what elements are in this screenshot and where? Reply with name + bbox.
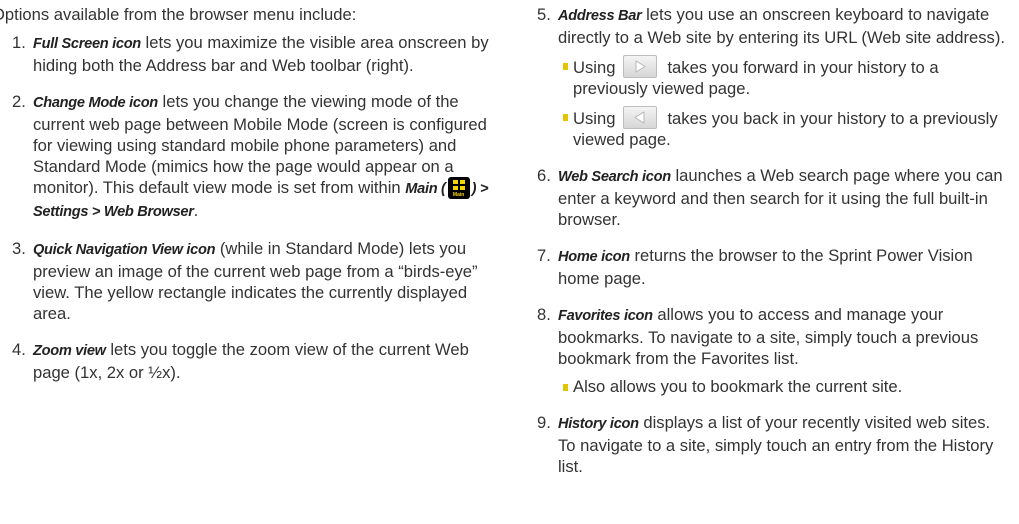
list-item: 2. Change Mode icon lets you change the v…: [0, 91, 492, 223]
bullet-marker: [563, 114, 568, 121]
list-item: 7. Home icon returns the browser to the S…: [525, 245, 1010, 289]
main-icon-label: Main: [452, 192, 465, 198]
sub-bullet-text: Also allows you to bookmark the current …: [573, 377, 903, 396]
bullet-marker: [563, 384, 568, 391]
list-item: 9. History icon displays a list of your r…: [525, 412, 1010, 477]
sub-bullet: Also allows you to bookmark the current …: [525, 376, 1010, 397]
item-number: 7.: [537, 246, 551, 265]
item-term: Change Mode icon: [33, 95, 158, 111]
list-item: 3. Quick Navigation View icon (while in S…: [0, 238, 492, 324]
intro-text: Options available from the browser menu …: [0, 5, 357, 24]
options-list-right: 5. Address Bar lets you use an onscreen k…: [525, 4, 1010, 477]
item-term: Web Search icon: [558, 169, 671, 185]
item-number: 4.: [12, 340, 26, 359]
item-term: Quick Navigation View icon: [33, 242, 216, 258]
item-number: 5.: [537, 5, 551, 24]
sub-bullet-pre: Using: [573, 109, 616, 128]
list-item: 8. Favorites icon allows you to access an…: [525, 304, 1010, 397]
sub-bullet-pre: Using: [573, 58, 616, 77]
options-list-left: 1. Full Screen icon lets you maximize the…: [0, 32, 492, 383]
sub-bullet: Using takes you back in your history to a…: [525, 106, 1010, 150]
sub-bullet: Using takes you forward in your history t…: [525, 55, 1010, 99]
item-term: Favorites icon: [558, 308, 653, 324]
item-term: Home icon: [558, 249, 630, 265]
right-column: 5. Address Bar lets you use an onscreen k…: [525, 4, 1010, 492]
item-term: Address Bar: [558, 8, 642, 24]
menu-path-main: Main (: [405, 181, 446, 197]
item-number: 8.: [537, 305, 551, 324]
list-item: 6. Web Search icon launches a Web search …: [525, 165, 1010, 230]
item-term: Zoom view: [33, 343, 106, 359]
left-column: Options available from the browser menu …: [0, 4, 492, 398]
list-item: 5. Address Bar lets you use an onscreen k…: [525, 4, 1010, 150]
item-number: 9.: [537, 413, 551, 432]
item-text-end: .: [193, 201, 199, 220]
item-number: 6.: [537, 166, 551, 185]
item-term: History icon: [558, 416, 639, 432]
item-number: 3.: [12, 239, 26, 258]
forward-button-icon: [623, 55, 658, 78]
bullet-marker: [563, 63, 568, 70]
list-item: 4. Zoom view lets you toggle the zoom vie…: [0, 339, 492, 383]
item-term: Full Screen icon: [33, 36, 141, 52]
main-menu-icon: Main: [447, 177, 470, 199]
item-number: 2.: [12, 92, 26, 111]
back-button-icon: [623, 106, 658, 129]
list-item: 1. Full Screen icon lets you maximize the…: [0, 32, 492, 76]
item-number: 1.: [12, 33, 26, 52]
